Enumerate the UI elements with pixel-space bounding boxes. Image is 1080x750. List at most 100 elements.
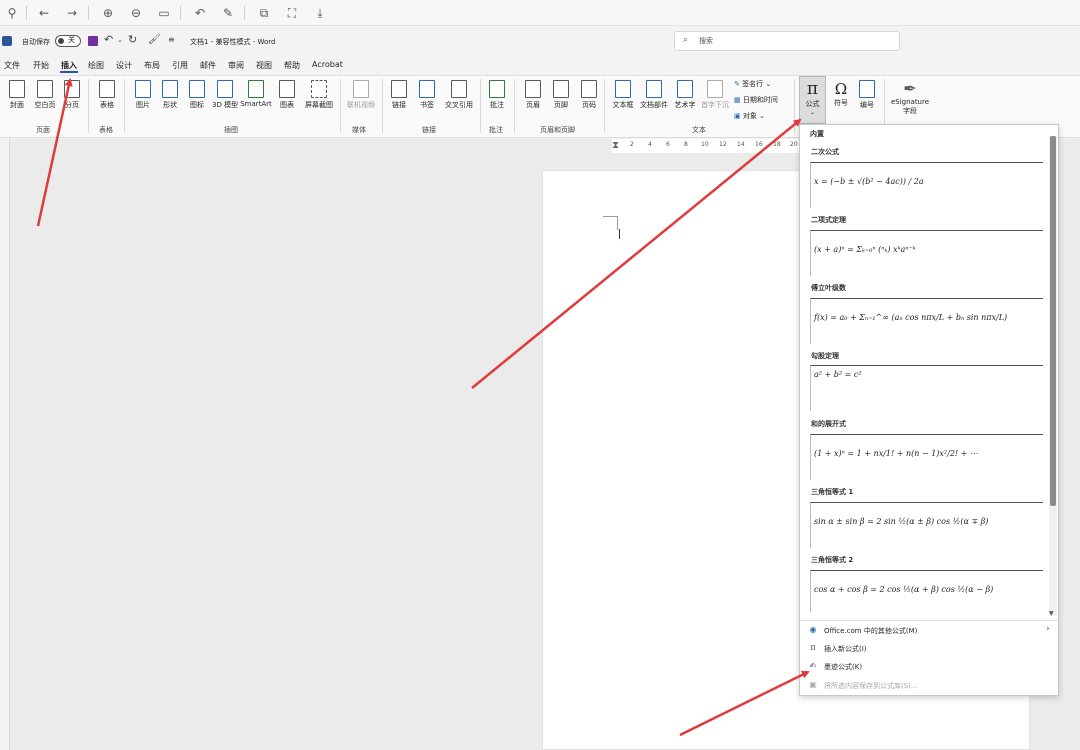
- equation-item-trig-identity-1[interactable]: sin α ± sin β = 2 sin ½(α ± β) cos ½(α ∓…: [810, 502, 1043, 548]
- margin-corner-mark: [603, 216, 617, 217]
- screenshot-button[interactable]: 屏幕截图: [302, 80, 336, 110]
- tab-acrobat[interactable]: Acrobat: [312, 60, 343, 69]
- tab-home[interactable]: 开始: [33, 60, 49, 71]
- textbox-button[interactable]: 文本框: [610, 80, 636, 110]
- comment-button[interactable]: 批注: [486, 80, 508, 110]
- edit-icon[interactable]: ✎: [220, 5, 236, 21]
- equation-button[interactable]: π 公式 ⌄: [799, 76, 826, 124]
- icons-button[interactable]: 图标: [186, 80, 208, 110]
- equation-formula: (x + a)ⁿ = Σₖ₌₀ⁿ (ⁿₖ) xᵏaⁿ⁻ᵏ: [814, 245, 916, 254]
- shapes-button[interactable]: 形状: [158, 80, 182, 110]
- equation-item-quadratic[interactable]: x = (−b ± √(b² − 4ac)) / 2a: [810, 162, 1043, 208]
- link-button[interactable]: 链接: [388, 80, 410, 110]
- signature-label: 签名行: [742, 80, 764, 88]
- pages-group-label: 页面: [36, 126, 50, 134]
- crossref-button[interactable]: 交叉引用: [442, 80, 476, 110]
- search-input[interactable]: ⌕ 搜索: [674, 31, 900, 51]
- tab-file[interactable]: 文件: [4, 60, 20, 71]
- number-button[interactable]: 编号: [856, 80, 878, 110]
- menu-divider: [800, 620, 1058, 621]
- forward-arrow-icon[interactable]: →: [64, 5, 80, 21]
- page-number-button[interactable]: 页码: [578, 80, 600, 110]
- autosave-toggle[interactable]: 关: [55, 35, 81, 47]
- tab-layout[interactable]: 布局: [144, 60, 160, 71]
- equation-item-pythagorean[interactable]: a² + b² = c²: [810, 365, 1043, 411]
- comments-group-label: 批注: [489, 126, 503, 134]
- footer-button[interactable]: 页脚: [550, 80, 572, 110]
- quick-access-strip: ⚲ ← → ⊕ ⊖ ▭ ↶ ✎ ⧉ ⛶ ⤓: [0, 0, 1080, 26]
- doc-name: 文档1: [190, 38, 209, 46]
- smartart-button[interactable]: SmartArt: [240, 80, 272, 108]
- equation-item-trig-identity-2[interactable]: cos α + cos β = 2 cos ½(α + β) cos ½(α −…: [810, 570, 1043, 612]
- object-button[interactable]: ▣ 对象 ⌄: [734, 111, 765, 121]
- chevron-down-icon: ⌄: [756, 112, 765, 120]
- table-group-label: 表格: [99, 126, 113, 134]
- dropcap-button[interactable]: 首字下沉: [698, 80, 732, 110]
- fit-page-icon[interactable]: ▭: [156, 5, 172, 21]
- page-number-icon: [581, 80, 597, 98]
- indent-marker-icon[interactable]: ⧗: [612, 140, 619, 151]
- tab-view[interactable]: 视图: [256, 60, 272, 71]
- table-icon: [99, 80, 115, 98]
- equation-formula: f(x) = a₀ + Σₙ₌₁^∞ (aₙ cos nπx/L + bₙ si…: [814, 313, 1008, 322]
- equation-item-binomial[interactable]: (x + a)ⁿ = Σₖ₌₀ⁿ (ⁿₖ) xᵏaⁿ⁻ᵏ: [810, 230, 1043, 276]
- wordart-button[interactable]: 艺术字: [672, 80, 698, 110]
- tab-design[interactable]: 设计: [116, 60, 132, 71]
- crossref-icon: [451, 80, 467, 98]
- title-bar: [0, 26, 1080, 56]
- vertical-ruler: [0, 139, 10, 750]
- tab-insert[interactable]: 插入: [61, 60, 77, 71]
- datetime-button[interactable]: ▦ 日期和时间: [734, 95, 778, 105]
- rotate-icon[interactable]: ↶: [192, 5, 208, 21]
- zoom-out-icon[interactable]: ⊖: [128, 5, 144, 21]
- save-icon[interactable]: ⤓: [312, 5, 328, 21]
- tab-mailings[interactable]: 邮件: [200, 60, 216, 71]
- margin-corner-mark: [617, 216, 618, 230]
- chart-button[interactable]: 图表: [276, 80, 298, 110]
- quickparts-button[interactable]: 文档部件: [638, 80, 670, 110]
- scrollbar-thumb[interactable]: [1050, 136, 1056, 506]
- header-button[interactable]: 页眉: [522, 80, 544, 110]
- redo-icon[interactable]: ↻: [128, 33, 137, 46]
- ink-equation-menu-item[interactable]: 墨迹公式(K): [824, 662, 862, 672]
- blank-page-button[interactable]: 空白页: [32, 80, 58, 110]
- pin-icon[interactable]: ⚲: [4, 5, 20, 21]
- tab-draw[interactable]: 绘图: [88, 60, 104, 71]
- scroll-down-icon[interactable]: ▼: [1049, 610, 1054, 617]
- model-3d-button[interactable]: 3D 模型: [212, 80, 238, 110]
- copy-icon[interactable]: ⧉: [256, 5, 272, 21]
- customize-qat-icon[interactable]: ≡: [168, 35, 175, 44]
- ruler-tick: 2: [630, 141, 634, 148]
- table-button[interactable]: 表格: [96, 80, 118, 110]
- object-label: 对象: [742, 112, 757, 120]
- equation-item-sum-expansion[interactable]: (1 + x)ⁿ = 1 + nx/1! + n(n − 1)x²/2! + ⋯: [810, 434, 1043, 480]
- cover-page-button[interactable]: 封面: [6, 80, 28, 110]
- globe-icon: ◉: [809, 625, 817, 634]
- undo-icon[interactable]: ↶: [104, 33, 113, 46]
- shapes-icon: [162, 80, 178, 98]
- footer-label: 页脚: [554, 101, 568, 109]
- tab-help[interactable]: 帮助: [284, 60, 300, 71]
- save-to-gallery-menu-item[interactable]: 将所选内容保存到公式库(S)...: [824, 681, 918, 691]
- insert-new-equation-menu-item[interactable]: 插入新公式(I): [824, 644, 867, 654]
- more-equations-menu-item[interactable]: Office.com 中的其他公式(M): [824, 626, 917, 636]
- back-arrow-icon[interactable]: ←: [36, 5, 52, 21]
- esignature-button[interactable]: ✒ eSignature 字段: [888, 80, 932, 116]
- tab-references[interactable]: 引用: [172, 60, 188, 71]
- save-icon[interactable]: [88, 36, 98, 46]
- text-cursor: [619, 229, 620, 239]
- undo-dropdown-icon[interactable]: ⌄: [117, 36, 123, 44]
- format-painter-icon[interactable]: 🖌: [148, 34, 161, 45]
- media-group-label: 媒体: [352, 126, 366, 134]
- symbol-button[interactable]: Ω 符号: [830, 80, 852, 108]
- signature-line-button[interactable]: ✎ 签名行 ⌄: [734, 79, 771, 89]
- picture-button[interactable]: 图片: [132, 80, 154, 110]
- online-video-button[interactable]: 联机视频: [344, 80, 378, 110]
- bookmark-button[interactable]: 书签: [416, 80, 438, 110]
- screenshot-icon[interactable]: ⛶: [284, 5, 300, 21]
- page-break-button[interactable]: 分页: [62, 80, 82, 110]
- zoom-in-icon[interactable]: ⊕: [100, 5, 116, 21]
- tab-review[interactable]: 审阅: [228, 60, 244, 71]
- equation-item-fourier[interactable]: f(x) = a₀ + Σₙ₌₁^∞ (aₙ cos nπx/L + bₙ si…: [810, 298, 1043, 344]
- equation-title: 勾股定理: [811, 352, 839, 360]
